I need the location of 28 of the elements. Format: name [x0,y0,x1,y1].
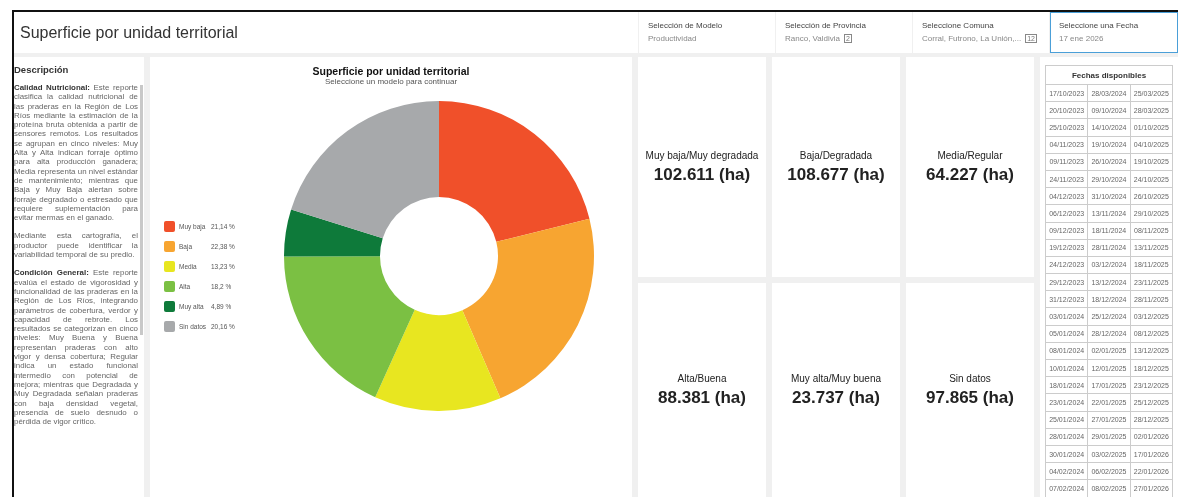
card-value: 64.227 (ha) [926,164,1014,185]
filter-value: Ranco, Valdivia [785,34,840,43]
chart-title: Superficie por unidad territorial [312,65,470,77]
table-header: Fechas disponibles [1045,65,1173,85]
panel-title: Descripción [14,63,70,77]
card-label: Alta/Buena [677,372,727,384]
filter-label: Seleccione Comuna [922,21,995,30]
card-value: 97.865 (ha) [926,387,1014,408]
scrollbar-thumb[interactable] [140,85,143,335]
filter-value: Corral, Futrono, La Unión,... [922,34,1022,43]
card-value: 23.737 (ha) [792,387,880,408]
card-label: Muy baja/Muy degradada [645,149,759,161]
filter-dropdown[interactable]: Selección de Modelo Productividad [639,12,775,53]
card-value: 102.611 (ha) [653,164,751,185]
card-label: Baja/Degradada [799,149,873,161]
page-title: Superficie por unidad territorial [20,23,238,42]
filter-label: Selección de Modelo [648,21,724,30]
chart-subtitle: Seleccione un modelo para continuar [324,77,458,86]
card-label: Muy alta/Muy buena [790,372,882,384]
filter-dropdown[interactable]: Seleccione una Fecha 17 ene 2026 [1050,12,1178,53]
filter-label: Seleccione una Fecha [1059,21,1140,30]
card-label: Sin datos [949,372,991,384]
filter-value: 17 ene 2026 [1059,34,1104,43]
filter-label: Selección de Provincia [785,21,867,30]
card-label: Media/Regular [937,149,1003,161]
card-value: 108.677 (ha) [787,164,885,185]
filter-value: Productividad [648,34,697,43]
card-value: 88.381 (ha) [658,387,746,408]
